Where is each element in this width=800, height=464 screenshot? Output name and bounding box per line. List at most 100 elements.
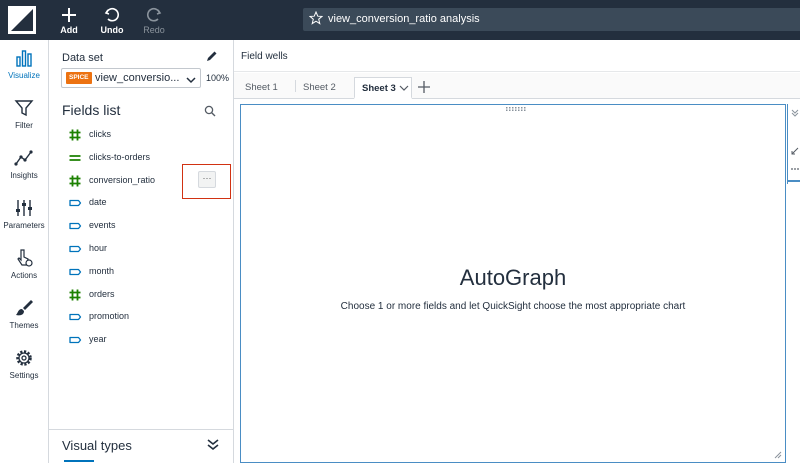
field-name: clicks-to-orders <box>89 151 151 162</box>
field-name: hour <box>89 243 108 253</box>
strip-underline <box>788 180 800 182</box>
nav-insights[interactable]: Insights <box>0 148 48 192</box>
redo-button[interactable]: Redo <box>134 4 174 38</box>
collapse-icon[interactable] <box>791 109 799 117</box>
nav-visualize[interactable]: Visualize <box>0 48 48 92</box>
field-name: orders <box>89 288 115 299</box>
resize-handle-icon[interactable] <box>774 451 782 459</box>
spice-badge: SPICE <box>66 72 92 84</box>
left-nav: Visualize Filter Insights Parameters Act… <box>0 40 49 463</box>
dimension-tag-icon <box>69 245 82 253</box>
dimension-tag-icon <box>69 314 82 321</box>
dataset-label: Data set <box>62 52 103 64</box>
field-item[interactable]: promotion <box>68 308 218 326</box>
nav-filter-label: Filter <box>15 121 33 130</box>
measure-hash-icon <box>69 289 81 301</box>
field-item[interactable]: month <box>68 263 218 281</box>
chevron-down-icon[interactable] <box>399 84 409 92</box>
field-item[interactable]: clicks <box>68 126 218 144</box>
field-name: clicks <box>89 129 111 139</box>
field-item[interactable]: orders <box>68 286 218 304</box>
tab-sheet-3[interactable]: Sheet 3 <box>354 77 412 99</box>
field-name: events <box>89 220 116 231</box>
visual-menu-strip <box>787 104 800 184</box>
nav-parameters[interactable]: Parameters <box>0 198 48 242</box>
fields-list-title: Fields list <box>62 102 121 118</box>
field-more-button[interactable]: ··· <box>198 171 216 188</box>
tab-sheet-3-label: Sheet 3 <box>362 83 396 94</box>
dimension-tag-icon <box>69 337 82 344</box>
plus-icon <box>418 81 430 93</box>
dataset-name: view_conversio... <box>95 72 180 84</box>
nav-settings[interactable]: Settings <box>0 348 48 392</box>
autograph-title: AutoGraph <box>459 265 567 290</box>
nav-actions[interactable]: Actions <box>0 248 48 292</box>
field-name: promotion <box>89 311 130 322</box>
tab-sheet-1-label: Sheet 1 <box>245 82 278 93</box>
field-name: year <box>89 334 107 345</box>
visual-canvas[interactable]: AutoGraph Choose 1 or more fields and le… <box>240 104 786 463</box>
tab-sheet-2-label: Sheet 2 <box>303 82 336 93</box>
redo-icon <box>134 4 174 24</box>
nav-actions-label: Actions <box>10 271 38 280</box>
tab-divider <box>295 80 296 92</box>
analysis-title: view_conversion_ratio analysis <box>328 13 480 25</box>
chevron-down-icon <box>185 73 197 85</box>
field-wells-label: Field wells <box>241 51 288 62</box>
add-label: Add <box>60 25 78 35</box>
nav-filter[interactable]: Filter <box>0 98 48 142</box>
tab-sheet-2[interactable]: Sheet 2 <box>303 77 351 99</box>
add-button[interactable]: Add <box>49 4 89 38</box>
undo-label: Undo <box>100 25 124 35</box>
plus-icon <box>49 4 89 24</box>
spice-percent: 100% <box>206 73 230 83</box>
measure-hash-icon <box>69 175 81 187</box>
dimension-tag-icon <box>69 200 82 207</box>
add-sheet-button[interactable] <box>414 77 434 97</box>
drag-handle-icon[interactable] <box>506 107 526 111</box>
nav-insights-label: Insights <box>10 171 38 180</box>
nav-parameters-label: Parameters <box>3 221 45 230</box>
nav-themes[interactable]: Themes <box>0 298 48 342</box>
undo-icon <box>92 4 132 24</box>
dimension-tag-icon <box>69 223 82 230</box>
quicksight-logo-icon[interactable] <box>8 6 36 34</box>
double-chevron-down-icon[interactable] <box>206 438 220 451</box>
calculated-field-icon <box>69 154 81 161</box>
bar-chart-icon <box>16 50 32 67</box>
field-name: date <box>89 197 107 208</box>
data-panel: Data set SPICE view_conversio... 100% Fi… <box>49 40 234 463</box>
analysis-title-box[interactable]: view_conversion_ratio analysis <box>303 8 800 31</box>
dataset-select[interactable]: SPICE view_conversio... <box>61 68 201 88</box>
pointer-gear-icon <box>17 249 33 267</box>
autograph-subtitle: Choose 1 or more fields and let QuickSig… <box>340 301 686 312</box>
more-vertical-icon[interactable] <box>791 166 799 172</box>
field-name: conversion_ratio <box>89 174 156 185</box>
field-name: month <box>89 265 115 276</box>
brush-icon <box>16 300 33 316</box>
expand-icon[interactable] <box>791 147 799 155</box>
redo-label: Redo <box>143 25 165 35</box>
sheet-tab-bar: Sheet 1 Sheet 2 Sheet 3 <box>234 73 800 99</box>
search-icon[interactable] <box>204 104 216 117</box>
field-item[interactable]: year <box>68 331 218 349</box>
pencil-icon[interactable] <box>206 49 218 61</box>
top-bar: Add Undo Redo view_conversion_ratio anal… <box>0 0 800 40</box>
visual-types-bar[interactable]: Visual types <box>49 429 233 463</box>
field-item[interactable]: events <box>68 217 218 235</box>
sliders-icon <box>16 200 32 216</box>
field-wells-bar[interactable]: Field wells <box>234 40 800 72</box>
star-icon[interactable] <box>308 10 324 25</box>
nav-themes-label: Themes <box>9 321 39 330</box>
measure-hash-icon <box>69 129 81 141</box>
gear-icon <box>16 350 32 366</box>
tab-sheet-1[interactable]: Sheet 1 <box>245 77 293 99</box>
undo-button[interactable]: Undo <box>92 4 132 38</box>
dimension-tag-icon <box>69 268 82 275</box>
field-item[interactable]: hour <box>68 240 218 258</box>
visual-types-title: Visual types <box>62 438 132 453</box>
funnel-icon <box>14 100 34 117</box>
visual-type-preview <box>64 460 94 464</box>
main-area: Field wells Sheet 1 Sheet 2 Sheet 3 Auto… <box>234 40 800 463</box>
nav-settings-label: Settings <box>9 371 39 380</box>
